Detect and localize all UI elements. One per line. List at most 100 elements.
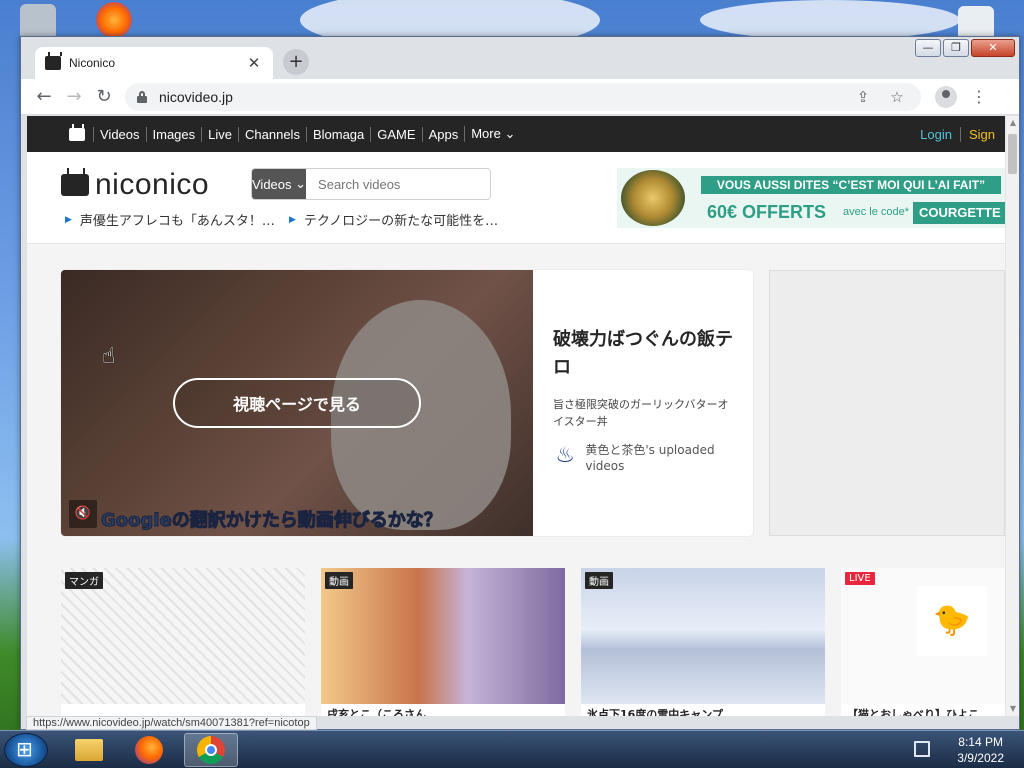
nav-channels[interactable]: Channels (238, 126, 306, 142)
content-card[interactable]: 動画 戌亥とこ（ころさん… (321, 568, 565, 716)
niconico-tv-icon[interactable] (69, 123, 85, 141)
mute-icon[interactable]: 🔇 (69, 500, 97, 528)
nav-videos[interactable]: Videos (93, 126, 146, 142)
lock-icon[interactable] (137, 90, 147, 103)
brand-text: niconico (95, 168, 210, 201)
taskbar-chrome[interactable] (184, 733, 238, 767)
card-title: 【猫とおしゃべり】ひよこ… (847, 708, 990, 716)
url-text[interactable]: nicovideo.jp (159, 89, 841, 105)
card-title: 戌亥とこ（ころさん… (327, 708, 437, 716)
close-tab-icon[interactable]: ✕ (245, 54, 263, 72)
tab-strip: Niconico ✕ + (21, 37, 1019, 79)
signup-link[interactable]: Sign (959, 126, 999, 142)
niconico-tv-icon (61, 168, 89, 196)
search-category-select[interactable]: Videos ⌄ (252, 169, 307, 199)
folder-icon (75, 739, 103, 761)
cloud-shape (700, 0, 960, 40)
restore-button[interactable]: ❐ (943, 39, 969, 57)
nav-apps[interactable]: Apps (421, 126, 465, 142)
network-icon[interactable] (914, 741, 930, 757)
card-thumbnail (321, 568, 565, 704)
content-card[interactable]: 🐤 LIVE 【猫とおしゃべり】ひよこ… (841, 568, 1005, 716)
clock-date: 3/9/2022 (957, 751, 1004, 765)
video-caption: Googleの翻訳かけたら動画伸びるかな？ (101, 510, 443, 532)
browser-tab[interactable]: Niconico ✕ (35, 47, 273, 79)
nav-game[interactable]: GAME (370, 126, 421, 142)
page-scrollbar[interactable]: ▲ ▼ (1005, 116, 1019, 716)
reload-icon[interactable]: ↻ (89, 82, 119, 112)
share-icon[interactable]: ⇪ (851, 88, 875, 106)
live-badge: LIVE (845, 572, 875, 585)
scroll-thumb[interactable] (1008, 134, 1017, 174)
triangle-right-icon: ▶ (65, 214, 72, 225)
system-clock[interactable]: 8:14 PM 3/9/2022 (957, 734, 1004, 766)
new-tab-button[interactable]: + (283, 49, 309, 75)
chrome-icon (197, 736, 225, 764)
ad-offer: 60€ OFFERTS (707, 202, 827, 222)
profile-avatar-icon[interactable] (935, 85, 957, 108)
featured-video-player[interactable]: 視聴ページで見る 🔇 Googleの翻訳かけたら動画伸びるかな？ (61, 270, 533, 536)
nav-images[interactable]: Images (145, 126, 202, 142)
ad-banner[interactable]: VOUS AUSSI DITES “C’EST MOI QUI L’AI FAI… (617, 168, 1005, 228)
featured-owner[interactable]: ♨ 黄色と茶色's uploaded videos (553, 442, 735, 474)
niconico-favicon-icon (45, 56, 61, 70)
chevron-down-icon: ⌄ (295, 176, 307, 191)
niconico-logo[interactable]: niconico (61, 168, 209, 202)
featured-video: 視聴ページで見る 🔇 Googleの翻訳かけたら動画伸びるかな？ 破壊力ばつぐん… (61, 270, 753, 536)
taskbar: 8:14 PM 3/9/2022 (0, 730, 1024, 768)
minimize-button[interactable]: — (915, 39, 941, 57)
ad-code: COURGETTE (913, 202, 1005, 224)
owner-text: 黄色と茶色's uploaded videos (585, 443, 715, 473)
window-controls: — ❐ ✕ (915, 39, 1015, 57)
duck-icon: 🐤 (917, 586, 987, 656)
address-bar[interactable]: nicovideo.jp ⇪ ☆ (125, 82, 921, 111)
close-window-button[interactable]: ✕ (971, 39, 1015, 57)
search-input[interactable] (306, 169, 490, 199)
firefox-desktop-icon[interactable] (96, 2, 132, 38)
login-link[interactable]: Login (912, 127, 960, 142)
featured-info: 破壊力ばつぐんの飯テロ 旨さ極限突破のガーリックバターオイスター丼 ♨ 黄色と茶… (533, 270, 753, 536)
nav-live[interactable]: Live (201, 126, 238, 142)
firefox-icon (135, 736, 163, 764)
nav-blomaga[interactable]: Blomaga (305, 126, 370, 142)
forward-arrow-icon[interactable]: → (59, 82, 89, 112)
kebab-menu-icon[interactable]: ⋮ (971, 87, 987, 106)
content-card[interactable]: マンガ (61, 568, 305, 716)
clock-time: 8:14 PM (958, 735, 1003, 749)
scroll-up-icon[interactable]: ▲ (1006, 116, 1019, 130)
ad-headline: VOUS AUSSI DITES “C’EST MOI QUI L’AI FAI… (701, 176, 1001, 194)
site-header: niconico Videos ⌄ ▶ 声優生アフレコも「あんスタ！… ▶ テク… (27, 152, 1005, 244)
ticker-item[interactable]: ▶ 声優生アフレコも「あんスタ！… (65, 210, 275, 229)
triangle-right-icon: ▶ (289, 214, 296, 225)
ad-code-text: avec le code* (843, 206, 910, 218)
content-card[interactable]: 動画 氷点下16度の雪中キャンプ (581, 568, 825, 716)
page-viewport: Videos Images Live Channels Blomaga GAME… (27, 116, 1019, 716)
taskbar-explorer[interactable] (62, 733, 116, 767)
ticker-text: 声優生アフレコも「あんスタ！… (79, 214, 275, 229)
scroll-down-icon[interactable]: ▼ (1006, 702, 1019, 716)
card-badge: 動画 (325, 572, 353, 589)
watch-page-button[interactable]: 視聴ページで見る (173, 378, 421, 428)
back-arrow-icon[interactable]: ← (29, 82, 59, 112)
ticker-text: テクノロジーの新たな可能性を… (303, 214, 499, 229)
hot-spring-icon: ♨ (555, 443, 576, 468)
nav-more[interactable]: More ⌄ (464, 126, 521, 142)
side-ad-slot (769, 270, 1005, 536)
nav-more-label: More (471, 126, 501, 141)
search-category-label: Videos (252, 176, 292, 192)
start-button[interactable] (4, 733, 48, 767)
card-title: 氷点下16度の雪中キャンプ (587, 708, 723, 716)
featured-description: 旨さ極限突破のガーリックバターオイスター丼 (553, 398, 729, 428)
taskbar-firefox[interactable] (122, 733, 176, 767)
food-plate-image (621, 170, 685, 226)
bookmark-star-icon[interactable]: ☆ (885, 88, 909, 106)
recycle-bin-icon[interactable] (20, 4, 56, 40)
chevron-down-icon: ⌄ (504, 126, 516, 141)
auth-links: Login Sign (912, 116, 999, 152)
featured-title[interactable]: 破壊力ばつぐんの飯テロ (553, 326, 735, 382)
search-box: Videos ⌄ (251, 168, 491, 200)
ticker-item[interactable]: ▶ テクノロジーの新たな可能性を… (289, 210, 498, 229)
card-badge: マンガ (65, 572, 103, 589)
card-badge: 動画 (585, 572, 613, 589)
card-thumbnail (581, 568, 825, 704)
